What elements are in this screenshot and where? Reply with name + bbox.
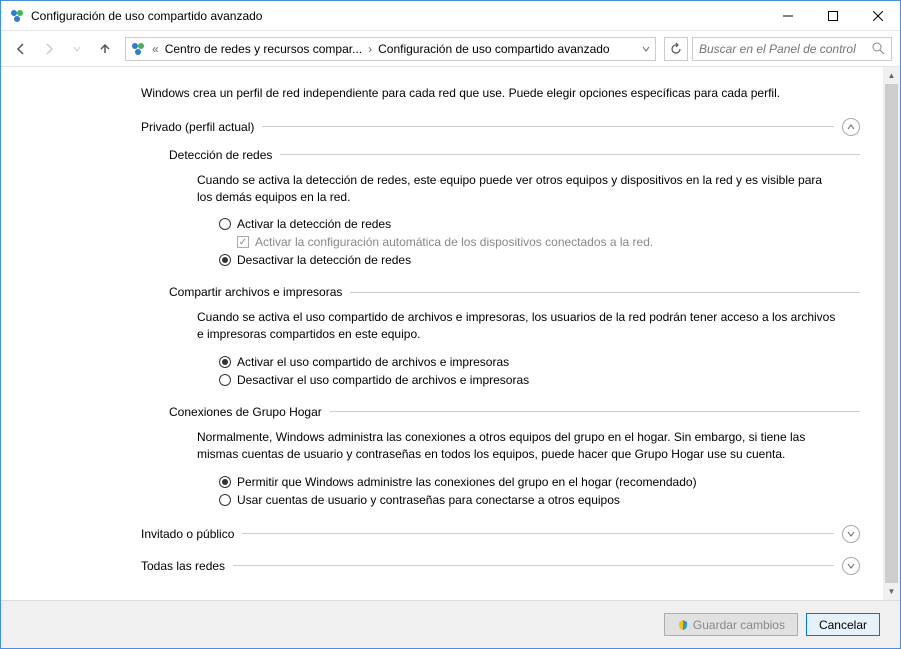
window-title: Configuración de uso compartido avanzado — [31, 9, 765, 23]
close-button[interactable] — [855, 1, 900, 30]
shield-icon — [677, 619, 689, 631]
subsection-file-sharing: Compartir archivos e impresoras Cuando s… — [169, 285, 860, 387]
intro-text: Windows crea un perfil de red independie… — [141, 85, 860, 102]
content-pane: Windows crea un perfil de red independie… — [1, 67, 900, 600]
homegroup-desc: Normalmente, Windows administra las cone… — [197, 429, 840, 463]
section-all-title: Todas las redes — [141, 559, 225, 573]
recent-dropdown[interactable] — [65, 37, 89, 61]
homegroup-title: Conexiones de Grupo Hogar — [169, 405, 322, 419]
radio-homegroup-windows[interactable]: Permitir que Windows administre las cone… — [219, 475, 840, 489]
radio-icon — [219, 218, 231, 230]
section-all-header[interactable]: Todas las redes — [141, 557, 860, 575]
save-button[interactable]: Guardar cambios — [664, 613, 798, 636]
section-guest-title: Invitado o público — [141, 527, 234, 541]
chevron-down-icon[interactable] — [842, 557, 860, 575]
chevron-up-icon[interactable] — [842, 118, 860, 136]
app-icon — [9, 8, 25, 24]
section-private-header[interactable]: Privado (perfil actual) — [141, 118, 860, 136]
radio-icon — [219, 476, 231, 488]
search-icon — [872, 42, 885, 55]
radio-label: Permitir que Windows administre las cone… — [237, 475, 697, 489]
checkbox-auto-config: ✓ Activar la configuración automática de… — [237, 235, 840, 249]
file-sharing-desc: Cuando se activa el uso compartido de ar… — [197, 309, 840, 343]
radio-homegroup-user[interactable]: Usar cuentas de usuario y contraseñas pa… — [219, 493, 840, 507]
network-icon — [130, 41, 146, 57]
radio-sharing-on[interactable]: Activar el uso compartido de archivos e … — [219, 355, 840, 369]
radio-label: Activar la detección de redes — [237, 217, 391, 231]
scroll-up-arrow[interactable]: ▲ — [883, 67, 900, 84]
radio-sharing-off[interactable]: Desactivar el uso compartido de archivos… — [219, 373, 840, 387]
network-discovery-desc: Cuando se activa la detección de redes, … — [197, 172, 840, 206]
chevron-down-icon[interactable] — [842, 525, 860, 543]
radio-discovery-off[interactable]: Desactivar la detección de redes — [219, 253, 840, 267]
titlebar: Configuración de uso compartido avanzado — [1, 1, 900, 31]
maximize-button[interactable] — [810, 1, 855, 30]
radio-label: Usar cuentas de usuario y contraseñas pa… — [237, 493, 620, 507]
checkbox-label: Activar la configuración automática de l… — [255, 235, 653, 249]
radio-label: Desactivar la detección de redes — [237, 253, 411, 267]
radio-icon — [219, 374, 231, 386]
checkbox-icon: ✓ — [237, 236, 249, 248]
radio-label: Desactivar el uso compartido de archivos… — [237, 373, 529, 387]
radio-label: Activar el uso compartido de archivos e … — [237, 355, 509, 369]
minimize-button[interactable] — [765, 1, 810, 30]
navbar: « Centro de redes y recursos compar... ›… — [1, 31, 900, 67]
chevron-right-icon: › — [366, 42, 374, 56]
breadcrumb[interactable]: « Centro de redes y recursos compar... ›… — [125, 37, 656, 61]
breadcrumb-dropdown[interactable] — [641, 44, 651, 54]
breadcrumb-item-2[interactable]: Configuración de uso compartido avanzado — [378, 42, 609, 56]
up-button[interactable] — [93, 37, 117, 61]
radio-icon — [219, 356, 231, 368]
scroll-track[interactable] — [883, 84, 900, 583]
search-box[interactable] — [692, 37, 892, 61]
breadcrumb-item-1[interactable]: Centro de redes y recursos compar... — [165, 42, 362, 56]
footer: Guardar cambios Cancelar — [1, 600, 900, 648]
scroll-down-arrow[interactable]: ▼ — [883, 583, 900, 600]
save-label: Guardar cambios — [693, 618, 785, 632]
radio-discovery-on[interactable]: Activar la detección de redes — [219, 217, 840, 231]
back-button[interactable] — [9, 37, 33, 61]
scroll-thumb[interactable] — [885, 84, 898, 583]
cancel-button[interactable]: Cancelar — [806, 613, 880, 636]
subsection-homegroup: Conexiones de Grupo Hogar Normalmente, W… — [169, 405, 860, 507]
radio-icon — [219, 494, 231, 506]
cancel-label: Cancelar — [819, 618, 867, 632]
network-discovery-title: Detección de redes — [169, 148, 272, 162]
section-private-title: Privado (perfil actual) — [141, 120, 254, 134]
file-sharing-title: Compartir archivos e impresoras — [169, 285, 342, 299]
forward-button[interactable] — [37, 37, 61, 61]
section-guest-header[interactable]: Invitado o público — [141, 525, 860, 543]
scrollbar[interactable]: ▲ ▼ — [883, 67, 900, 600]
subsection-network-discovery: Detección de redes Cuando se activa la d… — [169, 148, 860, 268]
radio-icon — [219, 254, 231, 266]
refresh-button[interactable] — [664, 37, 688, 61]
search-input[interactable] — [699, 42, 872, 56]
breadcrumb-root-sep: « — [150, 42, 161, 56]
